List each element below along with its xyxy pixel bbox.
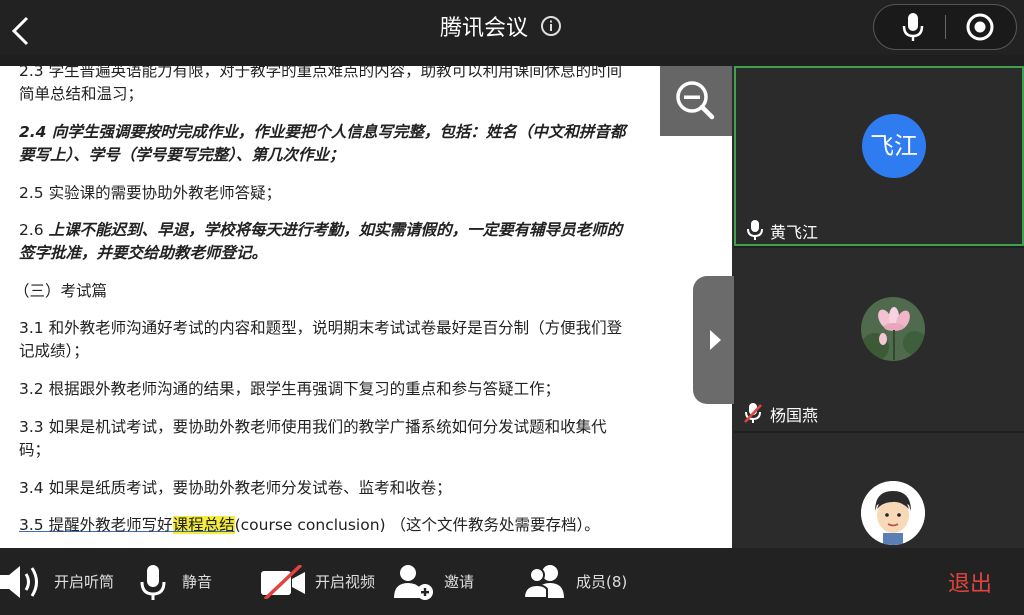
doc-line: 2.4 向学生强调要按时完成作业，作业要把个人信息写完整，包括：姓名（中文和拼音…: [19, 123, 626, 141]
participant-tile[interactable]: [734, 433, 1024, 548]
members-icon: [524, 564, 564, 599]
mute-label: 静音: [182, 573, 213, 591]
zoom-out-button[interactable]: [660, 66, 732, 136]
participant-tile[interactable]: 杨国燕: [734, 248, 1024, 431]
doc-line: 记成绩）；: [19, 342, 89, 360]
doc-line: 3.2 根据跟外教老师沟通的结果，跟学生再强调下复习的重点和参与答疑工作；: [19, 380, 561, 398]
doc-line-prefix: 2.6: [19, 221, 49, 239]
doc-line-part: 3.5 提醒外教老师写好: [19, 516, 173, 534]
members-label: 成员(8): [576, 573, 628, 591]
video-label: 开启视频: [315, 573, 376, 591]
doc-line: 2.6 上课不能迟到、早退，学校将每天进行考勤，如实需请假的，一定要有辅导员老师…: [19, 219, 679, 242]
doc-line-part: (course conclusion) （这个文件教务处需要存档）。: [234, 516, 600, 534]
title-group: 腾讯会议: [440, 10, 562, 42]
doc-line: 2.3 学生普遍英语能力有限，对于教学的重点难点的内容，助教可以利用课间休息的时…: [19, 66, 623, 80]
video-button[interactable]: 开启视频: [261, 548, 375, 615]
lotus-avatar-image: [861, 297, 925, 361]
microphone-icon: [140, 564, 166, 600]
invite-label: 邀请: [444, 573, 475, 591]
invite-button[interactable]: 邀请: [394, 548, 474, 615]
shared-document[interactable]: 2.3 学生普遍英语能力有限，对于教学的重点难点的内容，助教可以利用课间休息的时…: [0, 66, 732, 548]
add-user-icon: [394, 564, 433, 600]
doc-line: 3.3 如果是机试考试，要协助外教老师使用我们的教学广播系统如何分发试题和收集代: [19, 418, 607, 436]
zoom-out-icon: [676, 81, 715, 120]
microphone-icon[interactable]: [898, 11, 928, 43]
doc-line: 2.5 实验课的需要协助外教老师答疑；: [19, 184, 282, 202]
highlighted-text: 课程总结: [172, 516, 235, 534]
bottom-toolbar: 开启听筒 静音 开启视频 邀请 成员(8) 退出: [0, 548, 1024, 615]
microphone-icon: [747, 220, 763, 240]
video-off-icon: [261, 564, 305, 599]
speaker-label: 开启听筒: [54, 573, 115, 591]
triangle-right-icon: [710, 330, 721, 350]
doc-line: 签字批准，并要交给助教老师登记。: [19, 244, 268, 262]
members-button[interactable]: 成员(8): [524, 548, 627, 615]
participant-tile[interactable]: 飞江 黄飞江: [734, 66, 1024, 246]
cartoon-avatar-image: [861, 481, 925, 545]
doc-line: 3.4 如果是纸质考试，要协助外教老师分发试卷、监考和收卷；: [19, 479, 452, 497]
divider: [945, 15, 946, 39]
speaker-icon: [0, 565, 38, 598]
speaker-button[interactable]: 开启听筒: [0, 548, 114, 615]
doc-line: 3.1 和外教老师沟通好考试的内容和题型，说明期末考试试卷最好是百分制（方便我们…: [19, 319, 623, 337]
mute-button[interactable]: 静音: [140, 548, 212, 615]
doc-line-bold: 上课不能迟到、早退，学校将每天进行考勤，如实需请假的，一定要有辅导员老师的: [48, 221, 623, 239]
avatar: 飞江: [862, 114, 926, 178]
doc-line: 要写上）、学号（学号要写完整）、第几次作业；: [19, 146, 345, 164]
doc-line: 码；: [19, 441, 51, 459]
top-controls: [873, 4, 1017, 50]
avatar: [861, 297, 925, 361]
exit-button[interactable]: 退出: [948, 566, 992, 598]
microphone-muted-icon: [744, 403, 762, 423]
meeting-title: 腾讯会议: [440, 16, 529, 41]
collapse-panel-button[interactable]: [693, 276, 735, 404]
doc-line: 3.5 提醒外教老师写好课程总结(course conclusion) （这个文…: [19, 514, 679, 537]
participant-name: 黄飞江: [770, 223, 819, 242]
record-icon[interactable]: [964, 11, 996, 43]
doc-line: 简单总结和温习；: [19, 85, 144, 103]
avatar: [861, 481, 925, 545]
participant-name: 杨国燕: [770, 406, 819, 425]
top-bar: 腾讯会议: [0, 0, 1024, 55]
back-icon[interactable]: [8, 14, 32, 48]
info-icon[interactable]: [540, 15, 562, 37]
section-heading: （三）考试篇: [14, 282, 108, 300]
